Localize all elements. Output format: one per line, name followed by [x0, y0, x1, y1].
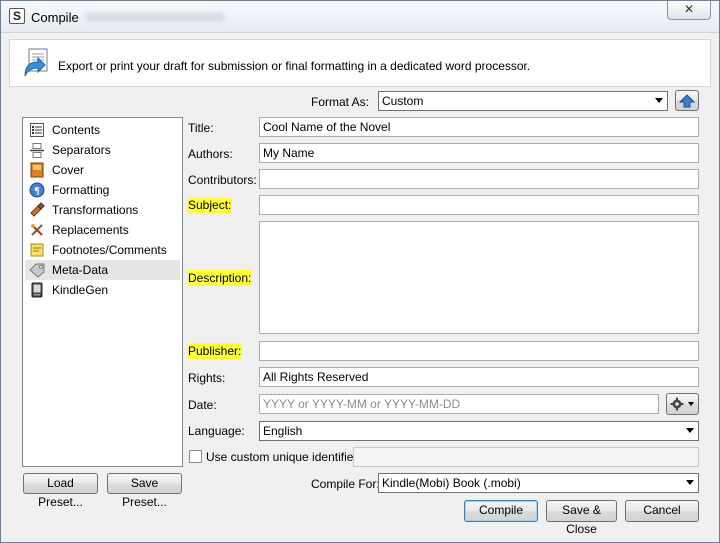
publisher-label: Publisher: — [187, 343, 243, 359]
sidebar-item-label: Replacements — [52, 223, 129, 237]
close-button[interactable]: ✕ — [667, 1, 711, 20]
contributors-label: Contributors: — [188, 173, 257, 187]
sidebar-item-label: Contents — [52, 123, 101, 137]
compile-button[interactable]: Compile — [464, 500, 538, 522]
date-input[interactable]: YYYY or YYYY-MM or YYYY-MM-DD — [259, 394, 659, 414]
subject-label-text: Subject: — [187, 197, 233, 213]
sidebar-item-label: Formatting — [52, 183, 110, 197]
blurred-title-extra — [85, 12, 225, 22]
date-label: Date: — [188, 398, 217, 412]
contents-icon — [30, 123, 44, 137]
footnotes-icon — [30, 243, 44, 257]
sidebar-item-kindlegen[interactable]: KindleGen — [25, 280, 180, 300]
scrivener-app-icon: S — [9, 8, 25, 24]
sidebar-item-separators[interactable]: Separators — [25, 140, 180, 160]
publisher-label-text: Publisher: — [187, 343, 243, 359]
export-document-icon — [24, 48, 48, 77]
chevron-down-icon — [655, 98, 663, 103]
description-label-text: Description: — [187, 270, 253, 286]
custom-identifier-label: Use custom unique identifier — [206, 450, 358, 464]
sidebar-item-replacements[interactable]: Replacements — [25, 220, 180, 240]
load-preset-button[interactable]: Load Preset... — [23, 473, 98, 509]
sidebar-item-label: Footnotes/Comments — [52, 243, 167, 257]
title-bar[interactable]: S Compile ✕ — [1, 1, 719, 33]
sidebar-item-label: Transformations — [52, 203, 139, 217]
chevron-down-icon — [688, 402, 694, 406]
title-input[interactable]: Cool Name of the Novel — [259, 117, 699, 137]
format-as-value: Custom — [382, 94, 424, 108]
transformations-icon — [30, 202, 45, 217]
sidebar-item-label: Cover — [52, 163, 85, 177]
save-close-button[interactable]: Save & Close — [546, 500, 617, 536]
contributors-input[interactable] — [259, 169, 699, 189]
sidebar-item-label: Separators — [52, 143, 111, 157]
format-options-button[interactable] — [675, 90, 699, 111]
compile-sections-list: Contents Separators Cover ¶ Formatting T… — [22, 117, 183, 467]
rights-label: Rights: — [188, 371, 226, 385]
header-panel: Export or print your draft for submissio… — [9, 39, 711, 87]
sidebar-item-label: Meta-Data — [52, 263, 109, 277]
custom-identifier-checkbox[interactable] — [189, 450, 202, 463]
cancel-button[interactable]: Cancel — [625, 500, 699, 522]
sidebar-item-formatting[interactable]: ¶ Formatting — [25, 180, 180, 200]
publisher-input[interactable] — [259, 341, 699, 361]
subject-label: Subject: — [187, 197, 233, 213]
formatting-icon: ¶ — [29, 182, 45, 198]
authors-input[interactable]: My Name — [259, 143, 699, 163]
separators-icon — [30, 143, 44, 158]
cover-icon — [30, 162, 44, 178]
title-label: Title: — [188, 121, 214, 135]
custom-identifier-input[interactable] — [353, 447, 699, 467]
chevron-down-icon — [686, 480, 694, 485]
header-description: Export or print your draft for submissio… — [58, 59, 531, 73]
rights-input[interactable]: All Rights Reserved — [259, 367, 699, 387]
subject-input[interactable] — [259, 195, 699, 215]
gear-icon — [670, 397, 684, 411]
language-value: English — [263, 424, 303, 438]
description-textarea[interactable] — [259, 221, 699, 334]
close-icon: ✕ — [683, 2, 695, 16]
compile-dialog: S Compile ✕ Export or print your draft f… — [0, 0, 720, 543]
upload-arrow-icon — [678, 94, 696, 108]
window-title: Compile — [31, 10, 79, 25]
sidebar-item-meta-data[interactable]: Meta-Data — [25, 260, 180, 280]
language-select[interactable]: English — [259, 421, 699, 441]
sidebar-item-cover[interactable]: Cover — [25, 160, 180, 180]
date-options-button[interactable] — [666, 393, 699, 415]
sidebar-item-label: KindleGen — [52, 283, 109, 297]
authors-label: Authors: — [188, 147, 233, 161]
format-as-select[interactable]: Custom — [378, 91, 668, 111]
chevron-down-icon — [686, 428, 694, 433]
sidebar-item-footnotes-comments[interactable]: Footnotes/Comments — [25, 240, 180, 260]
format-as-label: Format As: — [311, 95, 370, 109]
sidebar-item-contents[interactable]: Contents — [25, 120, 180, 140]
svg-text:¶: ¶ — [34, 186, 39, 197]
kindle-icon — [31, 282, 43, 298]
compile-for-label: Compile For: — [311, 477, 380, 491]
compile-for-select[interactable]: Kindle(Mobi) Book (.mobi) — [378, 473, 699, 493]
description-label: Description: — [187, 270, 253, 286]
save-preset-button[interactable]: Save Preset... — [107, 473, 182, 509]
replacements-icon — [31, 224, 43, 236]
sidebar-item-transformations[interactable]: Transformations — [25, 200, 180, 220]
language-label: Language: — [188, 424, 245, 438]
compile-for-value: Kindle(Mobi) Book (.mobi) — [382, 476, 521, 490]
tag-icon — [29, 263, 45, 278]
